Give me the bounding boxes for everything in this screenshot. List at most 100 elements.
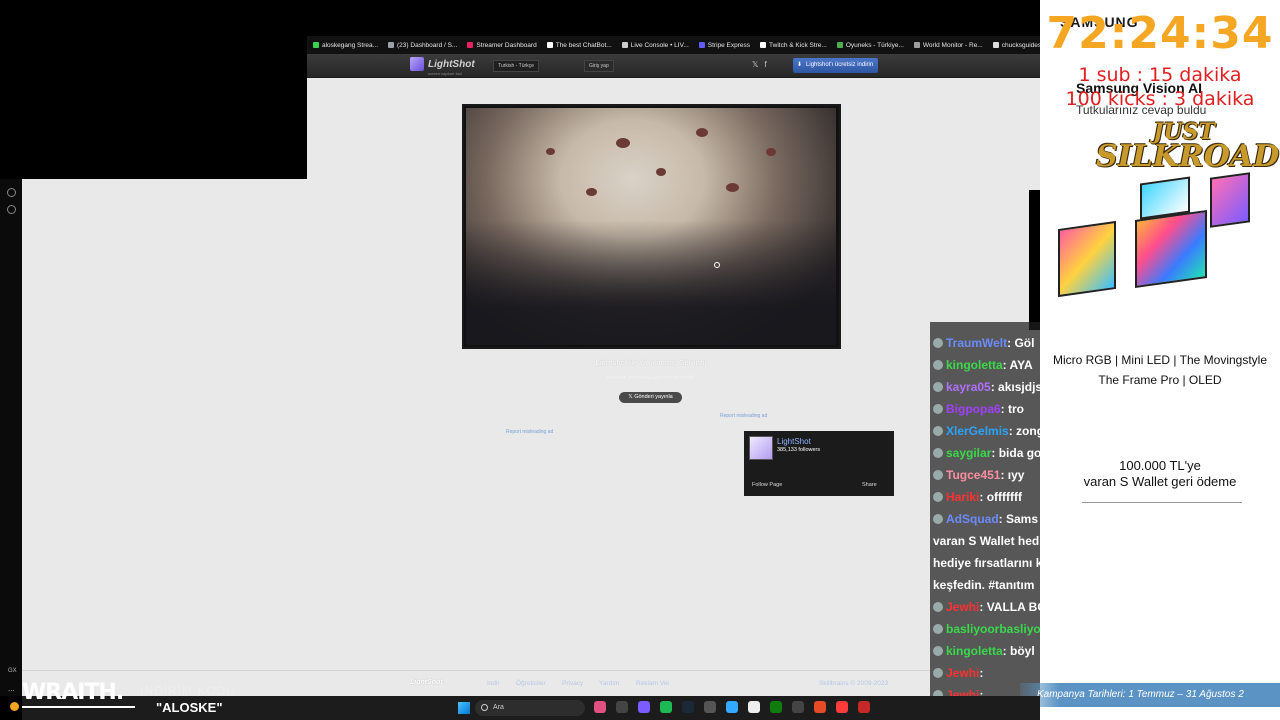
chat-username[interactable]: Jewhi — [946, 666, 979, 680]
logo-tagline: screen capture tool — [428, 71, 463, 76]
bookmark-item[interactable]: World Monitor - Re... — [913, 41, 983, 49]
chat-username[interactable]: TraumWelt — [946, 336, 1007, 350]
chat-username[interactable]: XlerGelmis — [946, 424, 1009, 438]
chat-username[interactable]: kingoletta — [946, 358, 1003, 372]
taskbar-app-icon[interactable] — [836, 701, 848, 713]
chat-text: : AYA — [1002, 358, 1033, 372]
taskbar-app-icon[interactable] — [616, 701, 628, 713]
language-select[interactable]: Turkish - Türkçe — [493, 60, 539, 72]
footer-logo[interactable]: LightShot — [410, 679, 443, 686]
taskbar-app-icon[interactable] — [792, 701, 804, 713]
bookmark-item[interactable]: Twitch & Kick Stre... — [760, 42, 827, 49]
chat-badge-icon — [933, 448, 943, 458]
taskbar-app-icon[interactable] — [770, 701, 782, 713]
twitter-icon[interactable]: 𝕏 — [752, 60, 758, 69]
discount-code-label: İNDİRİM KODU — [140, 684, 236, 698]
logo-text: LightShot — [428, 58, 475, 70]
bookmark-item[interactable]: aloskegang Strea... — [313, 42, 378, 49]
taskbar-app-icon[interactable] — [704, 701, 716, 713]
chat-message: hediye fırsatlarını k — [933, 556, 1040, 570]
footer-link[interactable]: İndir — [487, 680, 500, 687]
chat-username[interactable]: kayra05 — [946, 380, 991, 394]
chat-badge-icon — [933, 514, 943, 524]
chat-username[interactable]: Jewhi — [946, 600, 979, 614]
download-button[interactable]: ⬇ Lightshot'ı ücretsiz indirin — [793, 58, 879, 73]
facebook-icon[interactable]: f — [764, 60, 766, 69]
taskbar-app-icon[interactable] — [638, 701, 650, 713]
footer-link[interactable]: Reklam Ver — [636, 680, 670, 687]
weather-icon[interactable] — [10, 702, 19, 711]
share-button[interactable]: Share — [862, 482, 877, 488]
taskbar-app-icon[interactable] — [814, 701, 826, 713]
bookmark-item[interactable]: Oyuneks - Türkiye... — [836, 41, 904, 49]
chat-badge-icon — [933, 426, 943, 436]
chat-text: : zongu — [1008, 424, 1040, 438]
history-icon[interactable] — [7, 188, 16, 197]
gx-label[interactable]: GX — [8, 668, 17, 674]
models-line-2: The Frame Pro | OLED — [1098, 373, 1222, 387]
mouse-cursor — [714, 262, 720, 268]
chat-username[interactable]: Bigpopa6 — [946, 402, 1001, 416]
login-button[interactable]: Giriş yap — [584, 60, 614, 72]
download-icon: ⬇ — [797, 62, 803, 68]
bookmark-label: Streamer Dashboard — [476, 41, 537, 49]
chat-badge-icon — [933, 492, 943, 502]
more-icon[interactable]: ... — [8, 684, 15, 693]
bookmark-item[interactable]: chucksguides... — [992, 42, 1040, 49]
taskbar-app-icon[interactable] — [858, 701, 870, 713]
report-ad-link[interactable]: Report misleading ad — [720, 413, 767, 419]
bookmark-label: Oyuneks - Türkiye... — [845, 41, 904, 49]
tv-models: Micro RGB | Mini LED | The Movingstyle T… — [1040, 350, 1280, 390]
tv-image — [1210, 172, 1250, 228]
chat-badge-icon — [933, 470, 943, 480]
page-avatar[interactable] — [749, 436, 773, 460]
chat-username[interactable]: Hariki — [946, 490, 979, 504]
bookmark-label: Stripe Express — [707, 41, 751, 49]
chat-text: : Sams — [998, 512, 1039, 526]
follow-page-button[interactable]: Follow Page — [752, 482, 782, 488]
chat-message: keşfedin. #tanıtım — [933, 578, 1034, 592]
footer-link[interactable]: Privacy — [562, 680, 583, 687]
wraith-logo: WRAITH. — [22, 680, 124, 705]
chat-message: varan S Wallet hedi — [933, 534, 1040, 548]
lightshot-header: LightShot screen capture tool Turkish - … — [307, 54, 1040, 78]
bookmark-item[interactable]: (23) Dashboard / S... — [388, 42, 457, 49]
chat-username[interactable]: saygilar — [946, 446, 991, 460]
lightshot-logo[interactable]: LightShot screen capture tool — [410, 57, 475, 76]
chat-username[interactable]: kingoletta — [946, 644, 1003, 658]
settings-icon[interactable] — [7, 205, 16, 214]
chat-username[interactable]: basliyoorbasliyoor — [946, 622, 1040, 636]
chat-badge-icon — [933, 404, 943, 414]
footer-link[interactable]: Yardım — [599, 680, 619, 687]
cashback-offer: 100.000 TL'ye varan S Wallet geri ödeme — [1040, 458, 1280, 490]
bookmark-item[interactable]: Streamer Dashboard — [467, 41, 537, 49]
taskbar-search[interactable]: Ara — [475, 700, 585, 716]
stream-side-panel: SAMSUNG 72:24:34 1 sub : 15 dakika Samsu… — [1040, 0, 1280, 720]
taskbar-app-icon[interactable] — [594, 701, 606, 713]
chat-text: : böyl — [1002, 644, 1035, 658]
bookmark-favicon-icon — [388, 42, 395, 48]
chat-username[interactable]: AdSquad — [946, 512, 999, 526]
page-name[interactable]: LightShot — [777, 437, 811, 446]
bookmark-item[interactable]: Live Console • LIV... — [621, 42, 689, 49]
taskbar-app-icon[interactable] — [726, 701, 738, 713]
chat-badge-icon — [933, 382, 943, 392]
models-line-1: Micro RGB | Mini LED | The Movingstyle — [1052, 353, 1268, 367]
chat-overlay: TraumWelt: Göl kingoletta: AYA kayra05: ak… — [930, 322, 1040, 720]
chat-message: kingoletta: böyl — [933, 644, 1035, 658]
chat-message: basliyoorbasliyoor — [933, 622, 1040, 636]
offer-divider — [1082, 502, 1242, 503]
footer-link[interactable]: Öğreticiler — [516, 680, 546, 687]
tv-image — [1058, 220, 1116, 298]
footer-copyright: Skillbrains © 2009-2023 — [819, 680, 889, 687]
taskbar-app-icon[interactable] — [660, 701, 672, 713]
bookmark-label: World Monitor - Re... — [922, 41, 983, 49]
windows-start-icon[interactable] — [458, 702, 470, 714]
report-ad-link-2[interactable]: Report misleading ad — [506, 429, 553, 435]
taskbar-app-icon[interactable] — [682, 701, 694, 713]
chat-username[interactable]: Tugce451 — [946, 468, 1000, 482]
bookmark-item[interactable]: The best ChatBot... — [546, 42, 612, 49]
bookmark-item[interactable]: Stripe Express — [698, 41, 751, 49]
taskbar-app-icon[interactable] — [748, 701, 760, 713]
tweet-button[interactable]: 𝕏 Gönderi yayınla — [619, 392, 682, 403]
